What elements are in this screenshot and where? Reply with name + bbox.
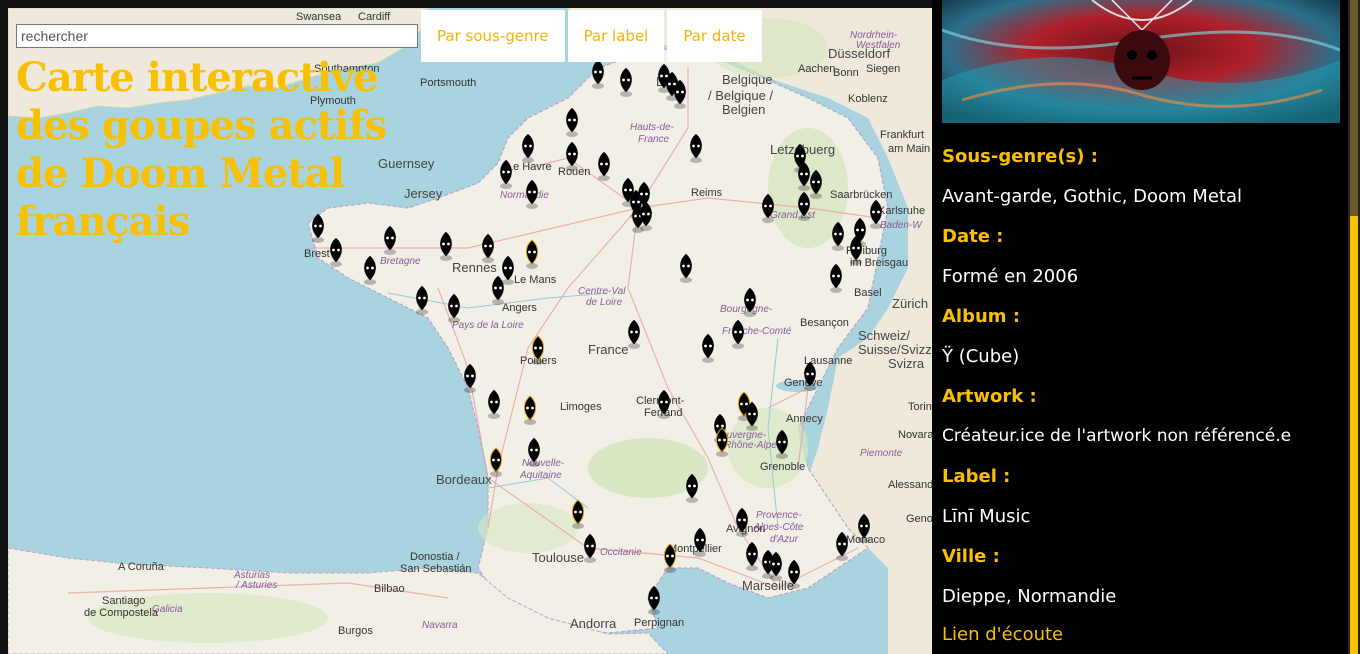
filter-tabs: Par sous-genre Par label Par date [421, 10, 765, 62]
svg-text:Saarbrücken: Saarbrücken [830, 189, 892, 201]
svg-text:Alessandria: Alessandria [888, 479, 932, 491]
svg-text:France: France [588, 342, 628, 357]
svg-text:Le Mans: Le Mans [514, 274, 557, 286]
svg-text:Pays de la Loire: Pays de la Loire [452, 320, 524, 331]
skull-pin-icon[interactable] [715, 427, 729, 458]
svg-text:Belgien: Belgien [722, 102, 765, 117]
search-input[interactable] [16, 24, 418, 48]
city-value: Dieppe, Normandie [942, 586, 1117, 607]
svg-text:Bordeaux: Bordeaux [436, 472, 492, 487]
svg-text:Torino: Torino [908, 401, 932, 413]
svg-text:Koblenz: Koblenz [848, 93, 888, 105]
svg-text:Marseille: Marseille [742, 578, 794, 593]
genre-label: Sous-genre(s) : [942, 146, 1098, 167]
svg-text:A Coruña: A Coruña [118, 561, 165, 573]
svg-text:Burgos: Burgos [338, 625, 373, 637]
svg-text:Belgique: Belgique [722, 72, 773, 87]
svg-text:Perpignan: Perpignan [634, 617, 684, 629]
svg-text:Genève: Genève [784, 377, 823, 389]
svg-text:Suisse/Svizz: Suisse/Svizz [858, 342, 932, 357]
svg-text:Occitanie: Occitanie [600, 547, 642, 558]
skull-pin-icon[interactable] [523, 395, 537, 426]
svg-text:/ Asturies: / Asturies [235, 580, 277, 591]
skull-pin-icon[interactable] [525, 239, 539, 270]
artwork-value: Créateur.ice de l'artwork non référencé.… [942, 426, 1292, 446]
svg-text:Swansea: Swansea [296, 11, 342, 23]
svg-text:Karlsruhe: Karlsruhe [878, 205, 925, 217]
svg-text:Alpes-Côte: Alpes-Côte [753, 522, 804, 533]
skull-pin-icon[interactable] [571, 499, 585, 530]
svg-text:Toulouse: Toulouse [532, 550, 584, 565]
skull-pin-icon[interactable] [531, 335, 545, 366]
svg-text:d'Azur: d'Azur [770, 534, 799, 545]
svg-text:France: France [638, 134, 670, 145]
svg-text:Donostia /: Donostia / [410, 551, 460, 563]
svg-text:Bretagne: Bretagne [380, 256, 421, 267]
svg-text:Bonn: Bonn [833, 67, 859, 79]
svg-text:de Compostela: de Compostela [84, 607, 159, 619]
svg-text:Reims: Reims [691, 187, 723, 199]
svg-text:Normandie: Normandie [500, 190, 549, 201]
artwork-label: Artwork : [942, 386, 1037, 407]
svg-text:Basel: Basel [854, 287, 882, 299]
svg-text:Genova: Genova [906, 513, 932, 525]
svg-text:Bilbao: Bilbao [374, 583, 405, 595]
svg-text:Navarra: Navarra [422, 620, 458, 631]
date-label: Date : [942, 226, 1004, 247]
svg-text:Svizra: Svizra [888, 356, 925, 371]
genre-value: Avant-garde, Gothic, Doom Metal [942, 186, 1242, 207]
listen-link[interactable]: Lien d'écoute [942, 624, 1063, 645]
band-info-panel: Sous-genre(s) : Avant-garde, Gothic, Doo… [932, 0, 1348, 654]
svg-text:Rhône-Alpes: Rhône-Alpes [724, 440, 782, 451]
svg-text:Aachen: Aachen [798, 63, 835, 75]
svg-text:Piemonte: Piemonte [860, 448, 903, 459]
svg-text:Galicia: Galicia [152, 604, 183, 615]
svg-text:Besançon: Besançon [800, 317, 849, 329]
date-value: Formé en 2006 [942, 266, 1079, 287]
skull-pin-icon[interactable] [591, 59, 605, 90]
svg-text:Hauts-de-: Hauts-de- [630, 122, 675, 133]
svg-text:am Main: am Main [888, 143, 930, 155]
svg-text:Centre-Val: Centre-Val [578, 286, 626, 297]
svg-text:/ Belgique /: / Belgique / [708, 88, 773, 103]
album-label: Album : [942, 306, 1021, 327]
svg-text:Brest: Brest [304, 248, 330, 260]
page-title: Carte interactive des goupes actifs de D… [16, 54, 387, 245]
svg-text:Grenoble: Grenoble [760, 461, 805, 473]
svg-text:Westfalen: Westfalen [856, 40, 901, 51]
label-label: Label : [942, 466, 1011, 487]
svg-text:Annecy: Annecy [786, 413, 823, 425]
svg-text:Baden-W: Baden-W [880, 220, 923, 231]
scrollbar-thumb[interactable] [1350, 0, 1358, 216]
svg-text:Siegen: Siegen [866, 63, 900, 75]
svg-text:Zürich: Zürich [892, 296, 928, 311]
svg-text:Cardiff: Cardiff [358, 11, 391, 23]
tab-par-label[interactable]: Par label [567, 10, 665, 62]
svg-text:Novara: Novara [898, 429, 932, 441]
tab-par-date[interactable]: Par date [667, 10, 762, 62]
svg-text:Aquitaine: Aquitaine [519, 470, 562, 481]
label-value: Līnī Music [942, 506, 1031, 527]
svg-text:Frankfurt: Frankfurt [880, 129, 924, 141]
svg-text:Andorra: Andorra [570, 616, 617, 631]
tab-par-sous-genre[interactable]: Par sous-genre [421, 10, 565, 62]
svg-text:Santiago: Santiago [102, 595, 145, 607]
svg-text:Limoges: Limoges [560, 401, 602, 413]
svg-text:de Loire: de Loire [586, 297, 623, 308]
svg-text:Angers: Angers [502, 302, 537, 314]
skull-pin-icon[interactable] [489, 447, 503, 478]
svg-text:Provence-: Provence- [756, 510, 802, 521]
album-value: Ÿ (Cube) [942, 346, 1020, 367]
skull-pin-icon[interactable] [663, 543, 677, 574]
svg-text:San Sebastián: San Sebastián [400, 563, 472, 575]
svg-text:Schweiz/: Schweiz/ [858, 328, 910, 343]
scrollbar-track-accent [1350, 216, 1358, 654]
album-artwork [942, 0, 1340, 123]
city-label: Ville : [942, 546, 1000, 567]
